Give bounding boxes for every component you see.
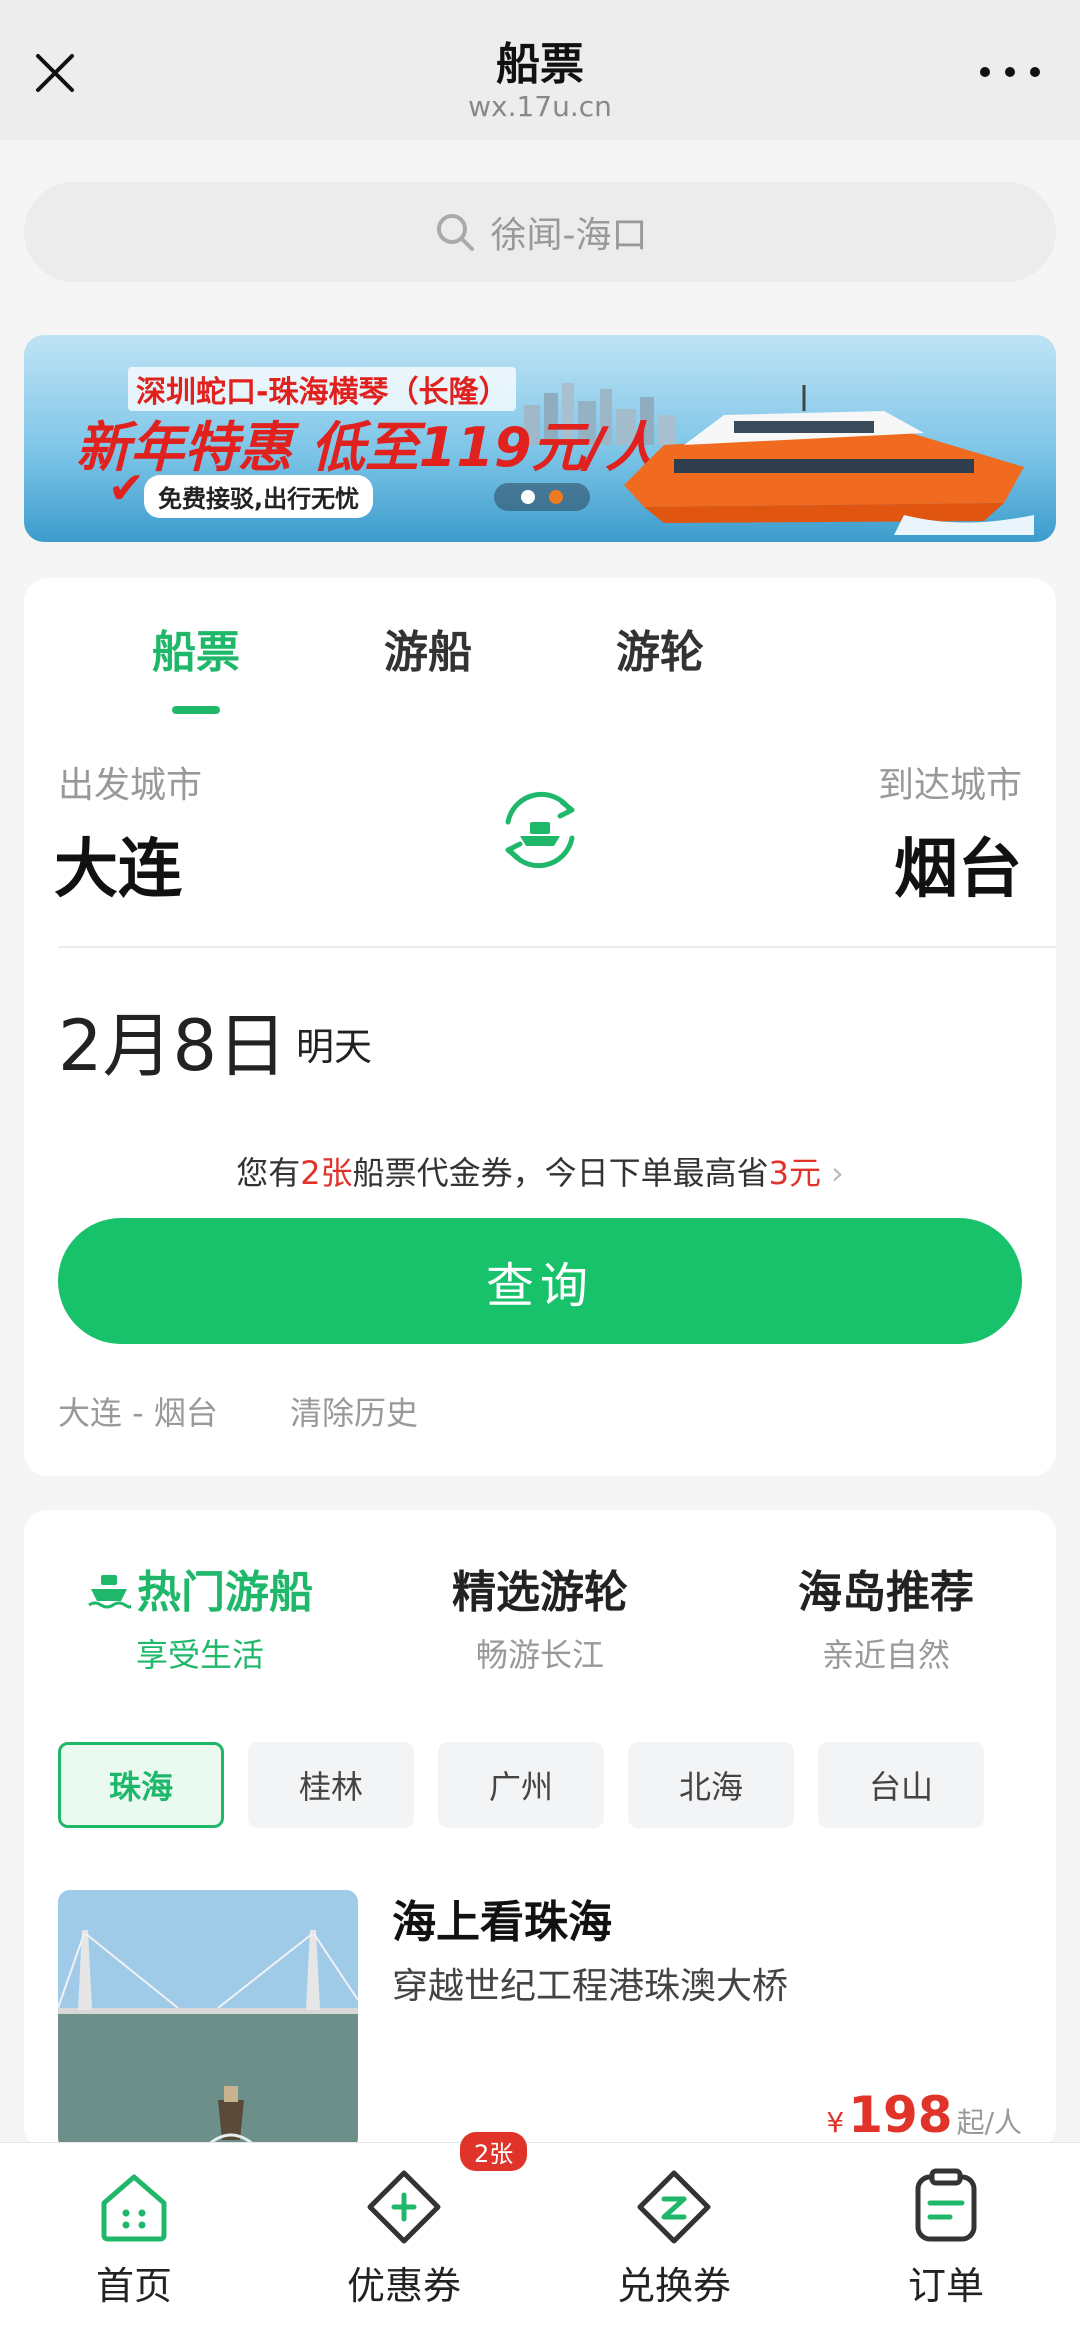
recommend-card: 热门游船 享受生活 精选游轮 畅游长江 海岛推荐 亲近自然 珠海 桂林 广州 北… bbox=[24, 1510, 1056, 2150]
active-tab-indicator bbox=[172, 706, 220, 714]
arrival-city[interactable]: 烟台 bbox=[894, 818, 1022, 910]
order-icon bbox=[915, 2168, 977, 2242]
city-chip-taishan[interactable]: 台山 bbox=[818, 1742, 984, 1828]
search-icon bbox=[436, 214, 474, 251]
city-chip-guilin[interactable]: 桂林 bbox=[248, 1742, 414, 1828]
booking-card: 船票 游船 游轮 出发城市 大连 到达城市 烟台 2月8日 明天 您有2张船票代… bbox=[24, 578, 1056, 1476]
dot-icon bbox=[980, 67, 990, 77]
category-cruise[interactable]: 精选游轮 畅游长江 bbox=[400, 1556, 680, 1676]
banner-service-text: 免费接驳,出行无忧 bbox=[144, 475, 374, 518]
voucher-notice[interactable]: 您有2张船票代金券，今日下单最高省3元 › bbox=[24, 1148, 1056, 1194]
bottom-nav: 首页 优惠券 兑换券 订单 bbox=[0, 2142, 1080, 2329]
swap-cities-button[interactable] bbox=[492, 782, 588, 878]
voucher-count: 2张 bbox=[300, 1154, 353, 1192]
voucher-amount: 3元 bbox=[768, 1154, 821, 1192]
category-title: 海岛推荐 bbox=[798, 1567, 974, 1618]
arrival-label: 到达城市 bbox=[877, 765, 1022, 806]
nav-label: 兑换券 bbox=[616, 2264, 731, 2308]
tab-boat-tour[interactable]: 游船 bbox=[328, 616, 528, 680]
date-relative-label: 明天 bbox=[296, 1025, 373, 1069]
booking-tabs: 船票 游船 游轮 bbox=[24, 578, 1056, 718]
check-icon: ✔ bbox=[108, 463, 145, 514]
history-route-link[interactable]: 大连 - 烟台 bbox=[58, 1388, 218, 1434]
pagination-dot-active bbox=[549, 490, 563, 504]
departure-label: 出发城市 bbox=[58, 765, 203, 806]
price-value: 198 bbox=[848, 2086, 953, 2144]
top-bar: 船票 wx.17u.cn bbox=[0, 0, 1080, 140]
departure-city[interactable]: 大连 bbox=[54, 818, 182, 910]
dot-icon bbox=[1030, 67, 1040, 77]
nav-label: 优惠券 bbox=[346, 2264, 461, 2308]
city-chips: 珠海 桂林 广州 北海 台山 bbox=[58, 1742, 1038, 1828]
search-input[interactable]: 徐闻-海口 bbox=[24, 182, 1056, 282]
category-hot-boats[interactable]: 热门游船 享受生活 bbox=[60, 1556, 340, 1676]
category-subtitle: 享受生活 bbox=[135, 1636, 264, 1674]
product-price: ¥ 198 起/人 bbox=[826, 2086, 1022, 2144]
home-icon bbox=[101, 2174, 167, 2242]
exchange-ticket-icon bbox=[637, 2170, 711, 2244]
more-menu-button[interactable] bbox=[980, 60, 1040, 84]
search-placeholder: 徐闻-海口 bbox=[490, 215, 648, 256]
promo-banner[interactable]: 深圳蛇口-珠海横琴（长隆） 新年特惠 低至119元/人 ✔ 免费接驳,出行无忧 bbox=[24, 335, 1056, 542]
page-url: wx.17u.cn bbox=[468, 90, 612, 123]
nav-item-home[interactable]: 首页 bbox=[34, 2167, 234, 2310]
category-island[interactable]: 海岛推荐 亲近自然 bbox=[746, 1556, 1026, 1676]
query-button[interactable]: 查询 bbox=[58, 1218, 1022, 1344]
city-chip-guangzhou[interactable]: 广州 bbox=[438, 1742, 604, 1828]
voucher-middle: 船票代金券，今日下单最高省 bbox=[352, 1154, 769, 1192]
voucher-prefix: 您有 bbox=[236, 1154, 301, 1192]
pagination-dot bbox=[521, 490, 535, 504]
ferry-image bbox=[624, 385, 1034, 535]
category-subtitle: 亲近自然 bbox=[821, 1636, 950, 1674]
dot-icon bbox=[1005, 67, 1015, 77]
tab-ferry-ticket[interactable]: 船票 bbox=[96, 616, 296, 680]
nav-item-exchange[interactable]: 兑换券 bbox=[574, 2167, 774, 2310]
category-title: 精选游轮 bbox=[452, 1567, 628, 1618]
chevron-right-icon: › bbox=[830, 1154, 844, 1192]
price-currency: ¥ bbox=[826, 2106, 845, 2139]
coupon-count-badge: 2张 bbox=[460, 2132, 528, 2171]
nav-label: 订单 bbox=[907, 2264, 984, 2308]
nav-item-coupons[interactable]: 优惠券 bbox=[304, 2167, 504, 2310]
price-unit: 起/人 bbox=[956, 2106, 1022, 2139]
bridge-photo bbox=[58, 1890, 358, 2150]
nav-item-orders[interactable]: 订单 bbox=[846, 2167, 1046, 2310]
category-subtitle: 畅游长江 bbox=[475, 1636, 604, 1674]
city-chip-zhuhai[interactable]: 珠海 bbox=[58, 1742, 224, 1828]
coupon-icon bbox=[367, 2170, 441, 2244]
nav-label: 首页 bbox=[95, 2264, 172, 2308]
departure-date[interactable]: 2月8日 bbox=[58, 990, 287, 1091]
product-image[interactable] bbox=[58, 1890, 358, 2150]
swap-ship-icon bbox=[505, 791, 575, 869]
banner-pagination bbox=[494, 483, 590, 511]
product-title[interactable]: 海上看珠海 bbox=[392, 1886, 612, 1950]
clear-history-button[interactable]: 清除历史 bbox=[290, 1388, 418, 1434]
city-chip-beihai[interactable]: 北海 bbox=[628, 1742, 794, 1828]
page-title: 船票 bbox=[496, 39, 584, 90]
category-title: 热门游船 bbox=[60, 1556, 340, 1620]
banner-offer-text: 新年特惠 低至119元/人 bbox=[76, 416, 660, 479]
product-description: 穿越世纪工程港珠澳大桥 bbox=[392, 1966, 789, 2007]
tab-cruise[interactable]: 游轮 bbox=[560, 616, 760, 680]
ship-icon bbox=[88, 1575, 133, 1609]
divider bbox=[58, 946, 1056, 948]
category-title-text: 热门游船 bbox=[137, 1567, 313, 1618]
